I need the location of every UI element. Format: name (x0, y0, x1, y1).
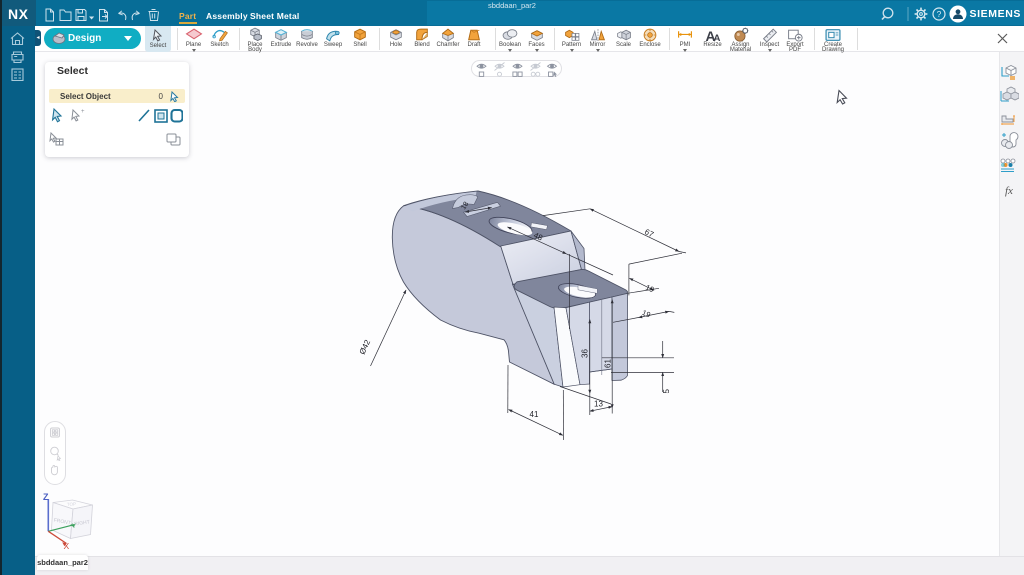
svg-text:19: 19 (644, 283, 655, 295)
svg-text:Ø42: Ø42 (358, 338, 373, 356)
svg-text:X: X (64, 541, 70, 551)
svg-text:TOP: TOP (67, 501, 76, 507)
svg-text:36: 36 (580, 349, 589, 358)
svg-text:61: 61 (604, 359, 613, 368)
svg-text:13: 13 (594, 400, 603, 409)
svg-text:67: 67 (643, 227, 655, 239)
svg-text:19: 19 (641, 308, 652, 319)
svg-text:Y: Y (72, 524, 76, 530)
svg-text:Z: Z (43, 492, 49, 502)
svg-text:5: 5 (662, 389, 671, 394)
svg-text:41: 41 (530, 410, 539, 419)
